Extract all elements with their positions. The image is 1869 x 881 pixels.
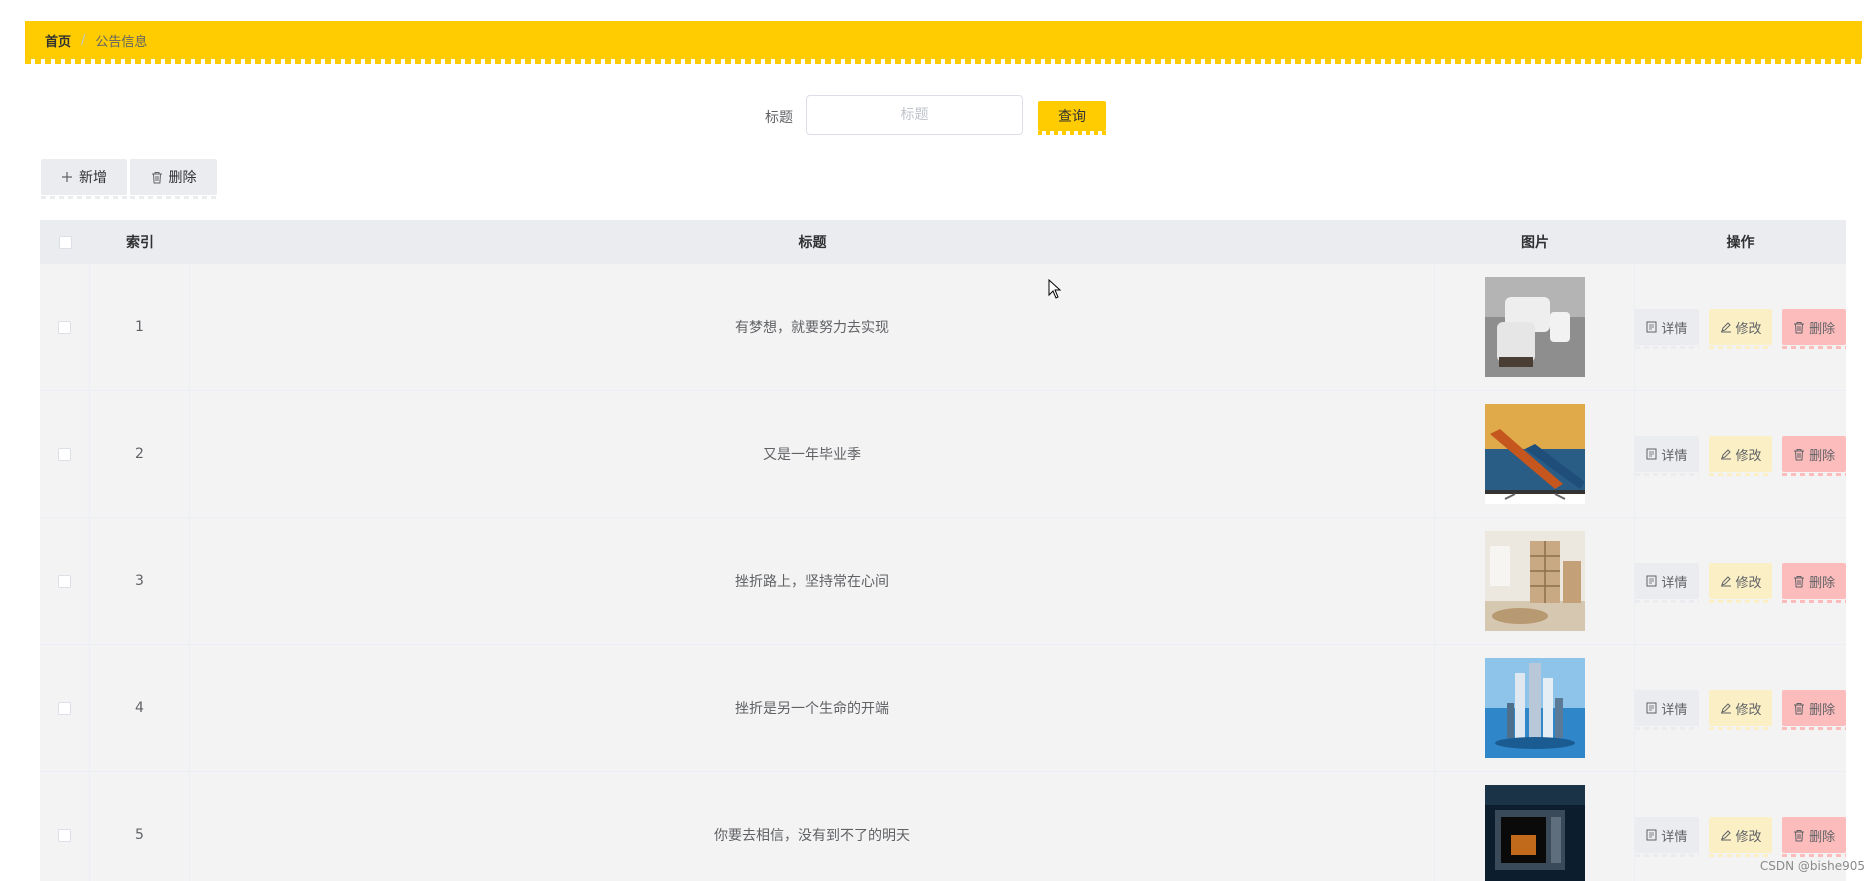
row-index: 5 (90, 772, 190, 881)
table-row: 2 又是一年毕业季 详情 修改 删除 (40, 391, 1847, 518)
edit-button[interactable]: 修改 (1708, 690, 1773, 730)
trash-icon (1793, 702, 1805, 715)
pencil-icon (1720, 448, 1732, 460)
breadcrumb-home-link[interactable]: 首页 (45, 31, 71, 50)
row-checkbox[interactable] (58, 447, 71, 461)
trash-icon (1793, 575, 1805, 588)
delete-button[interactable]: 删除 (1782, 817, 1847, 857)
header-image: 图片 (1521, 235, 1549, 251)
add-button-label: 新增 (79, 170, 107, 186)
pencil-icon (1720, 321, 1732, 333)
pencil-icon (1720, 829, 1732, 841)
pencil-icon (1720, 702, 1732, 714)
row-index: 1 (90, 264, 190, 390)
search-title-input[interactable] (806, 95, 1023, 135)
watermark: CSDN @bishe905 (1759, 859, 1865, 873)
blue-bottles-photo[interactable] (1484, 658, 1585, 758)
plus-icon (61, 171, 73, 183)
search-title-label: 标题 (765, 110, 793, 126)
edit-button[interactable]: 修改 (1708, 563, 1773, 603)
detail-button[interactable]: 详情 (1635, 436, 1699, 476)
row-title: 挫折路上，坚持常在心间 (190, 518, 1435, 644)
batch-delete-button[interactable]: 删除 (130, 159, 217, 199)
table-header: 索引 标题 图片 操作 (40, 220, 1846, 264)
trash-icon (1793, 321, 1805, 334)
header-index: 索引 (126, 235, 154, 251)
row-checkbox[interactable] (58, 701, 71, 715)
breadcrumb-current: 公告信息 (95, 34, 148, 50)
delete-button[interactable]: 删除 (1782, 436, 1847, 476)
search-bar: 标题 查询 (0, 95, 1869, 137)
header-select-all[interactable] (40, 220, 90, 264)
breadcrumb-separator: / (81, 32, 86, 48)
breadcrumb: 首页 / 公告信息 (25, 21, 1862, 64)
row-index: 2 (90, 391, 190, 517)
edit-button[interactable]: 修改 (1708, 817, 1773, 857)
sofa-photo[interactable] (1484, 277, 1585, 377)
bookshelf-room-photo[interactable] (1484, 531, 1585, 631)
table-row: 1 有梦想，就要努力去实现 详情 修改 删除 (40, 264, 1847, 391)
table-row: 3 挫折路上，坚持常在心间 详情 修改 删除 (40, 518, 1847, 645)
trash-icon (1793, 829, 1805, 842)
row-checkbox[interactable] (58, 574, 71, 588)
row-title: 你要去相信，没有到不了的明天 (190, 772, 1435, 881)
table-row: 5 你要去相信，没有到不了的明天 详情 修改 删除 (40, 772, 1847, 881)
notice-table: 索引 标题 图片 操作 1 有梦想，就要努力去实现 详情 修改 删除 2 又是一… (40, 220, 1847, 881)
delete-button[interactable]: 删除 (1782, 563, 1847, 603)
document-icon (1646, 702, 1657, 714)
search-button[interactable]: 查询 (1038, 101, 1106, 135)
kayak-tv-photo[interactable] (1484, 404, 1585, 504)
delete-button[interactable]: 删除 (1782, 690, 1847, 730)
microwave-photo[interactable] (1484, 785, 1585, 881)
row-index: 4 (90, 645, 190, 771)
document-icon (1646, 321, 1657, 333)
edit-button[interactable]: 修改 (1708, 436, 1773, 476)
row-title: 有梦想，就要努力去实现 (190, 264, 1435, 390)
trash-icon (151, 171, 163, 184)
detail-button[interactable]: 详情 (1635, 690, 1699, 730)
row-index: 3 (90, 518, 190, 644)
document-icon (1646, 448, 1657, 460)
table-row: 4 挫折是另一个生命的开端 详情 修改 删除 (40, 645, 1847, 772)
pencil-icon (1720, 575, 1732, 587)
edit-button[interactable]: 修改 (1708, 309, 1773, 349)
delete-button[interactable]: 删除 (1782, 309, 1847, 349)
row-checkbox[interactable] (58, 320, 71, 334)
select-all-checkbox[interactable] (58, 235, 72, 249)
batch-delete-button-label: 删除 (168, 170, 197, 186)
header-actions: 操作 (1726, 235, 1755, 251)
detail-button[interactable]: 详情 (1635, 563, 1699, 603)
document-icon (1646, 829, 1657, 841)
row-title: 又是一年毕业季 (190, 391, 1435, 517)
detail-button[interactable]: 详情 (1635, 817, 1699, 857)
detail-button[interactable]: 详情 (1635, 309, 1699, 349)
header-title: 标题 (798, 235, 827, 251)
document-icon (1646, 575, 1657, 587)
page: 首页 / 公告信息 标题 查询 新增 删除 索引 标题 图片 操作 1 (0, 0, 1869, 881)
row-checkbox[interactable] (58, 828, 71, 842)
add-button[interactable]: 新增 (41, 159, 127, 199)
mouse-cursor-icon (1048, 278, 1062, 303)
trash-icon (1793, 448, 1805, 461)
row-title: 挫折是另一个生命的开端 (190, 645, 1435, 771)
